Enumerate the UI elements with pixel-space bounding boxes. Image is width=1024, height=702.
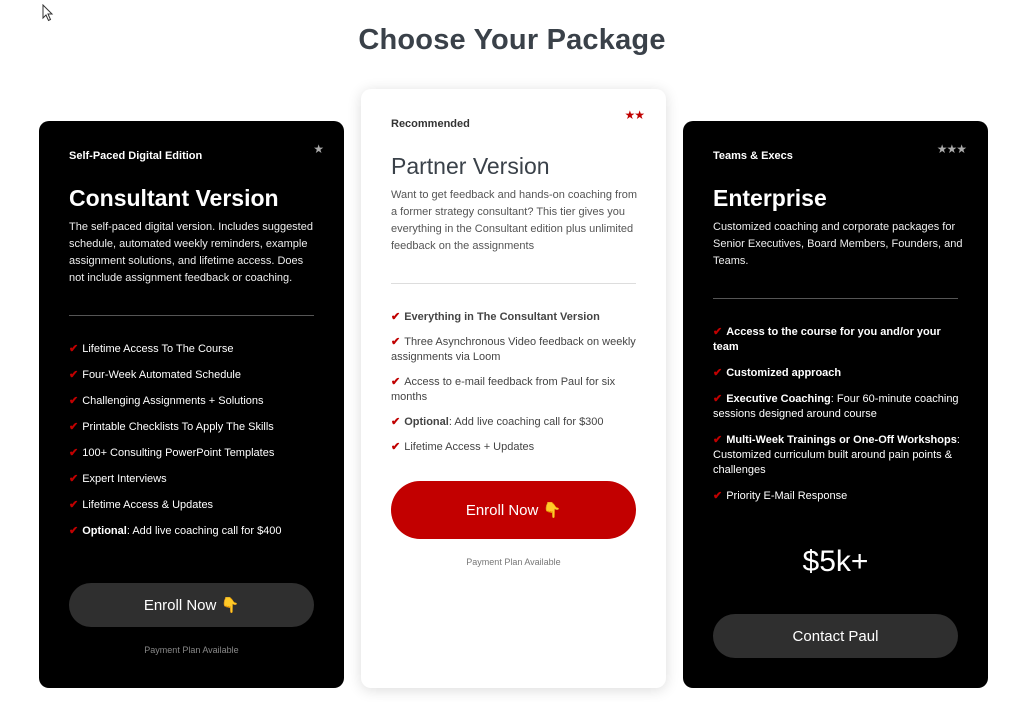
feature-text: Lifetime Access To The Course <box>82 343 234 355</box>
feature-list: ✔ Lifetime Access To The Course ✔ Four-Week… <box>69 342 319 550</box>
feature-bold-text: Optional <box>404 416 449 428</box>
feature-item: ✔ Priority E-Mail Response <box>713 489 963 504</box>
feature-bold-text: Executive Coaching <box>726 393 831 405</box>
feature-bold-text: Access to the course for you and/or your… <box>713 326 941 353</box>
package-title: Consultant Version <box>69 185 279 211</box>
feature-item: ✔ Access to the course for you and/or you… <box>713 325 963 355</box>
price-label: $5k+ <box>802 545 869 578</box>
feature-item: ✔ Optional: Add live coaching call for $3… <box>391 415 641 430</box>
feature-item: ✔ Lifetime Access To The Course <box>69 342 319 357</box>
checkmark-icon: ✔ <box>391 416 401 428</box>
package-description: Customized coaching and corporate packag… <box>713 221 963 267</box>
checkmark-icon: ✔ <box>69 473 79 485</box>
feature-item: ✔ Three Asynchronous Video feedback on we… <box>391 335 641 365</box>
feature-list: ✔ Access to the course for you and/or you… <box>713 325 963 515</box>
checkmark-icon: ✔ <box>69 499 79 511</box>
checkmark-icon: ✔ <box>713 367 723 379</box>
package-title: Partner Version <box>391 153 550 179</box>
checkmark-icon: ✔ <box>69 343 79 355</box>
divider <box>391 283 636 284</box>
feature-item: ✔ Lifetime Access & Updates <box>69 498 319 513</box>
feature-item: ✔ Lifetime Access + Updates <box>391 440 641 455</box>
star-rating-icon: ★★★ <box>936 142 967 156</box>
enroll-now-button[interactable]: Enroll Now 👇 <box>391 481 636 539</box>
feature-text: : Add live coaching call for $400 <box>126 525 282 537</box>
feature-text: Access to e-mail feedback from Paul for … <box>391 376 616 403</box>
feature-item: ✔ Access to e-mail feedback from Paul for… <box>391 375 641 405</box>
feature-text: Lifetime Access & Updates <box>82 499 214 511</box>
checkmark-icon: ✔ <box>713 490 723 502</box>
partner-package-card: Recommended ★★ Partner Version Want to g… <box>361 89 666 688</box>
feature-item: ✔ Four-Week Automated Schedule <box>69 368 319 383</box>
divider <box>713 298 958 299</box>
checkmark-icon: ✔ <box>391 441 401 453</box>
page-title: Choose Your Package <box>358 24 666 56</box>
feature-bold-text: Customized approach <box>726 367 842 379</box>
package-title: Enterprise <box>713 185 827 211</box>
enterprise-package-card: Teams & Execs ★★★ Enterprise Customized … <box>683 121 988 688</box>
checkmark-icon: ✔ <box>713 393 723 405</box>
feature-text: Priority E-Mail Response <box>726 490 848 502</box>
feature-text: Lifetime Access + Updates <box>404 441 535 453</box>
tier-label: Recommended <box>391 118 470 130</box>
contact-paul-button[interactable]: Contact Paul <box>713 614 958 658</box>
feature-text: 100+ Consulting PowerPoint Templates <box>82 447 275 459</box>
feature-item: ✔ Expert Interviews <box>69 472 319 487</box>
feature-text: Expert Interviews <box>82 473 167 485</box>
feature-item: ✔ Customized approach <box>713 366 963 381</box>
feature-item: ✔ Executive Coaching: Four 60-minute coac… <box>713 392 963 422</box>
feature-text: Four-Week Automated Schedule <box>82 369 241 381</box>
star-rating-icon: ★ <box>313 142 324 156</box>
feature-item: ✔ Multi-Week Trainings or One-Off Worksho… <box>713 433 963 478</box>
checkmark-icon: ✔ <box>391 311 401 323</box>
star-rating-icon: ★★ <box>624 108 644 122</box>
mouse-cursor-icon <box>42 4 54 22</box>
feature-item: ✔ Printable Checklists To Apply The Skill… <box>69 420 319 435</box>
checkmark-icon: ✔ <box>391 376 401 388</box>
feature-text: Three Asynchronous Video feedback on wee… <box>391 336 636 363</box>
feature-bold-text: Everything in The Consultant Version <box>404 311 600 323</box>
divider <box>69 315 314 316</box>
feature-bold-text: Optional <box>82 525 127 537</box>
enroll-now-button[interactable]: Enroll Now 👇 <box>69 583 314 627</box>
feature-bold-text: Multi-Week Trainings or One-Off Workshop… <box>726 434 957 446</box>
tier-label: Teams & Execs <box>713 150 793 162</box>
feature-item: ✔ Challenging Assignments + Solutions <box>69 394 319 409</box>
feature-item: ✔ Optional: Add live coaching call for $4… <box>69 524 319 539</box>
tier-label: Self-Paced Digital Edition <box>69 150 203 162</box>
feature-text: Challenging Assignments + Solutions <box>82 395 264 407</box>
feature-text: : Add live coaching call for $300 <box>448 416 604 428</box>
checkmark-icon: ✔ <box>69 395 79 407</box>
feature-list: ✔ Everything in The Consultant Version ✔ Th… <box>391 310 641 465</box>
checkmark-icon: ✔ <box>713 326 723 338</box>
payment-plan-note: Payment Plan Available <box>144 645 239 655</box>
consultant-package-card: Self-Paced Digital Edition ★ Consultant … <box>39 121 344 688</box>
checkmark-icon: ✔ <box>713 434 723 446</box>
feature-text: Printable Checklists To Apply The Skills <box>82 421 274 433</box>
feature-item: ✔ Everything in The Consultant Version <box>391 310 641 325</box>
checkmark-icon: ✔ <box>69 369 79 381</box>
checkmark-icon: ✔ <box>391 336 401 348</box>
package-description: The self-paced digital version. Includes… <box>69 221 313 284</box>
payment-plan-note: Payment Plan Available <box>466 557 561 567</box>
checkmark-icon: ✔ <box>69 525 79 537</box>
checkmark-icon: ✔ <box>69 421 79 433</box>
checkmark-icon: ✔ <box>69 447 79 459</box>
package-description: Want to get feedback and hands-on coachi… <box>391 189 638 252</box>
feature-item: ✔ 100+ Consulting PowerPoint Templates <box>69 446 319 461</box>
